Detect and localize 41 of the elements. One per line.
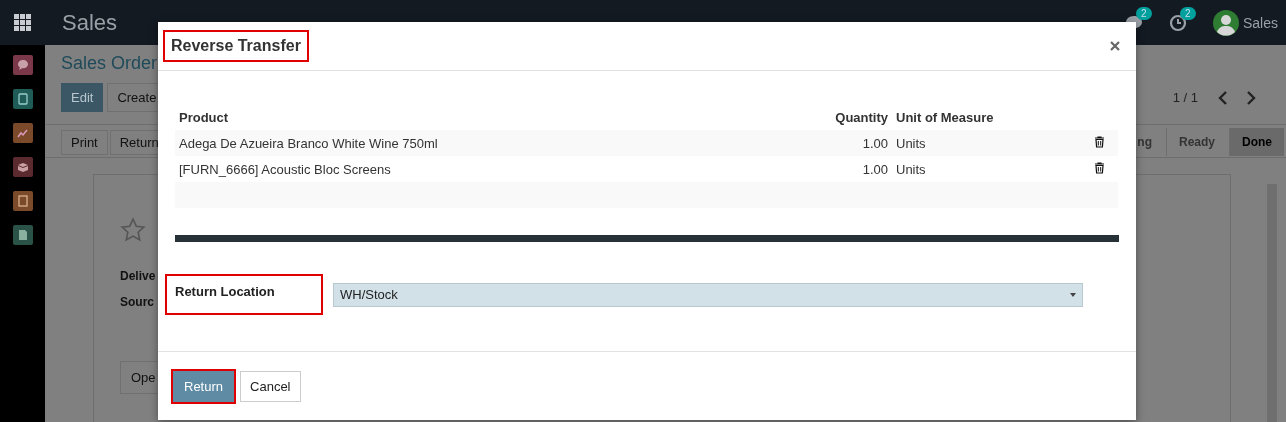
table-cell: 1.00	[804, 130, 892, 156]
star-icon[interactable]	[120, 217, 146, 243]
app-icon[interactable]	[12, 157, 33, 177]
column-header: Unit of Measure	[892, 104, 1090, 130]
status-step[interactable]: Done	[1229, 128, 1284, 156]
clock-icon[interactable]	[1168, 13, 1187, 32]
app-title: Sales	[62, 9, 118, 36]
column-header: Product	[175, 104, 804, 130]
notification-count: 2	[1179, 6, 1196, 20]
field-label: Return Location	[165, 274, 323, 315]
delete-icon[interactable]	[1094, 161, 1105, 174]
field-label: Sourc	[120, 295, 155, 309]
app-icon[interactable]	[12, 225, 33, 245]
caret-icon	[1070, 292, 1076, 297]
close-icon[interactable]	[1110, 41, 1120, 51]
return-button[interactable]: Return	[171, 368, 237, 404]
column-header: Quantity	[804, 104, 892, 130]
pager-count: 1 / 1	[1172, 90, 1198, 105]
table-cell: Adega De Azueira Branco White Wine 750ml	[175, 130, 804, 156]
avatar-icon[interactable]	[1212, 9, 1239, 36]
edit-button[interactable]: Edit	[61, 83, 104, 112]
notification-count: 2	[1135, 6, 1152, 20]
table-cell: [FURN_6666] Acoustic Bloc Screens	[175, 156, 804, 182]
delete-icon[interactable]	[1094, 135, 1105, 148]
app-icon[interactable]	[12, 191, 33, 211]
app-icon[interactable]	[12, 89, 33, 109]
location-select[interactable]: WH/Stock	[333, 282, 1083, 307]
table-cell: Units	[892, 130, 1090, 156]
app-icon[interactable]	[12, 55, 33, 75]
field-label: Delive	[120, 269, 157, 283]
apps-menu-icon[interactable]	[14, 13, 32, 32]
status-step[interactable]: Ready	[1165, 128, 1227, 156]
table-cell: Units	[892, 156, 1090, 182]
action-button[interactable]: Print	[61, 129, 108, 155]
dialog-title: Reverse Transfer	[163, 30, 309, 62]
cancel-button[interactable]: Cancel	[240, 370, 301, 402]
user-name[interactable]: Sales	[1242, 14, 1278, 31]
previous-icon[interactable]	[1218, 90, 1228, 105]
table-cell: 1.00	[804, 156, 892, 182]
app-icon[interactable]	[12, 123, 33, 143]
next-icon[interactable]	[1246, 90, 1256, 105]
